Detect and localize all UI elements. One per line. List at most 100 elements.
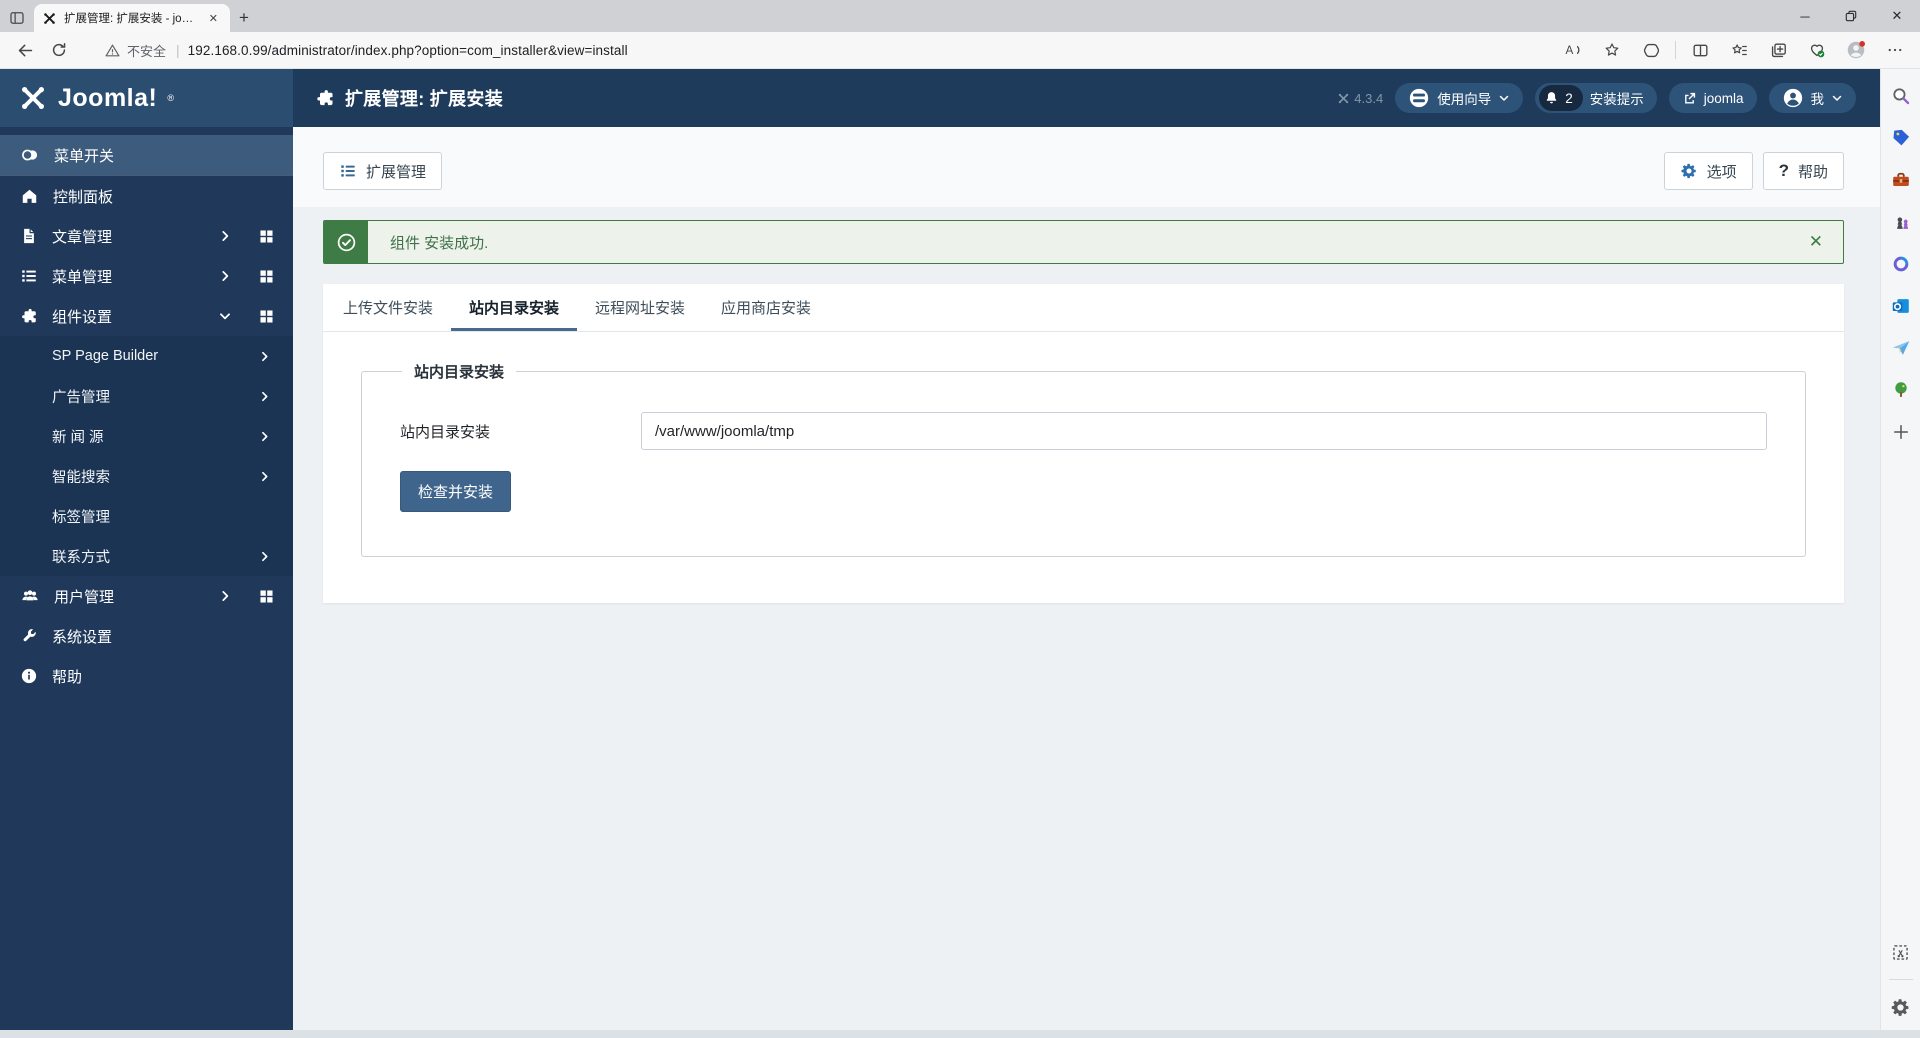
url-text[interactable]: 192.168.0.99/administrator/index.php?opt… xyxy=(188,43,628,58)
sidebar-rewards-icon[interactable] xyxy=(1886,375,1916,405)
sidebar-item-label: 帮助 xyxy=(52,668,83,686)
sidebar-item-menus[interactable]: 菜单管理 xyxy=(0,256,293,296)
fieldset-legend: 站内目录安装 xyxy=(402,361,517,382)
window-restore-button[interactable] xyxy=(1828,0,1874,32)
browser-essentials-icon[interactable] xyxy=(1802,35,1832,65)
toolbar-divider xyxy=(1675,41,1676,59)
joomla-favicon-icon xyxy=(42,11,57,26)
security-label: 不安全 xyxy=(127,43,167,59)
admin-header: Joomla! ® 扩展管理: 扩展安装 4.3.4 使用向导 2 安装提示 j… xyxy=(0,69,1880,127)
sidebar-item-components[interactable]: 组件设置 xyxy=(0,296,293,336)
main-content: 扩展管理 选项 ? 帮助 组件 安装成功. ✕ 上传文件安装 站内目录安装 远程… xyxy=(293,127,1880,1030)
browser-address-bar: 不安全 | 192.168.0.99/administrator/index.p… xyxy=(0,32,1920,69)
sidebar-item-label: 系统设置 xyxy=(52,628,113,646)
help-label: 帮助 xyxy=(1797,163,1828,181)
warning-icon xyxy=(104,42,121,59)
submenu-item-newsfeeds[interactable]: 新 闻 源 xyxy=(0,416,293,456)
page-title-text: 扩展管理: 扩展安装 xyxy=(345,89,503,109)
help-button[interactable]: ? 帮助 xyxy=(1762,152,1844,190)
notification-label: 安装提示 xyxy=(1589,92,1644,107)
tab-install-from-folder[interactable]: 站内目录安装 xyxy=(451,284,578,331)
external-link-icon xyxy=(1682,91,1697,106)
sidebar-outlook-icon[interactable] xyxy=(1886,291,1916,321)
sidebar-item-dashboard[interactable]: 控制面板 xyxy=(0,176,293,216)
new-tab-button[interactable]: + xyxy=(230,4,258,32)
sidebar-m365-icon[interactable] xyxy=(1886,249,1916,279)
check-circle-icon xyxy=(324,221,368,263)
dashboard-grid-icon[interactable] xyxy=(258,268,275,285)
dashboard-grid-icon[interactable] xyxy=(258,308,275,325)
chevron-right-icon xyxy=(258,470,271,483)
sidebar-screenshot-icon[interactable] xyxy=(1886,937,1916,967)
sidebar-tools-icon[interactable] xyxy=(1886,165,1916,195)
alert-message: 组件 安装成功. xyxy=(390,234,489,252)
submenu-item-label: 广告管理 xyxy=(52,389,110,406)
sidebar-item-label: 用户管理 xyxy=(54,588,115,606)
joomla-logo[interactable]: Joomla! ® xyxy=(0,69,293,127)
window-close-button[interactable]: ✕ xyxy=(1874,0,1920,32)
sidebar-search-icon[interactable] xyxy=(1886,81,1916,111)
sidebar-drop-icon[interactable] xyxy=(1886,333,1916,363)
collections-icon[interactable] xyxy=(1763,35,1793,65)
submenu-item-smart-search[interactable]: 智能搜索 xyxy=(0,456,293,496)
profile-avatar[interactable] xyxy=(1841,35,1871,65)
chevron-down-icon xyxy=(1498,92,1510,104)
tab-actions-menu-icon[interactable] xyxy=(0,4,34,32)
chevron-down-icon xyxy=(1831,92,1843,104)
view-site-label: joomla xyxy=(1703,90,1744,106)
copilot-icon[interactable] xyxy=(1636,35,1666,65)
notification-count-segment: 2 xyxy=(1539,85,1583,111)
submenu-item-label: 标签管理 xyxy=(52,509,110,526)
manage-extensions-button[interactable]: 扩展管理 xyxy=(323,152,443,190)
sidebar-item-users[interactable]: 用户管理 xyxy=(0,576,293,616)
alert-close-button[interactable]: ✕ xyxy=(1789,221,1843,263)
sidebar-item-menu-toggle[interactable]: 菜单开关 xyxy=(0,135,293,175)
dashboard-grid-icon[interactable] xyxy=(258,228,275,245)
check-and-install-button[interactable]: 检查并安装 xyxy=(400,471,512,512)
tab-close-icon[interactable]: ✕ xyxy=(205,10,222,27)
favorites-bar-icon[interactable] xyxy=(1724,35,1754,65)
install-tabs: 上传文件安装 站内目录安装 远程网址安装 应用商店安装 xyxy=(323,284,1844,332)
submenu-item-banners[interactable]: 广告管理 xyxy=(0,376,293,416)
submenu-item-label: SP Page Builder xyxy=(52,348,159,364)
sidebar-item-system[interactable]: 系统设置 xyxy=(0,616,293,656)
sidebar-settings-icon[interactable] xyxy=(1886,992,1916,1022)
notifications-button[interactable]: 2 安装提示 xyxy=(1535,83,1657,113)
dashboard-grid-icon[interactable] xyxy=(258,588,275,605)
sidebar-shopping-icon[interactable] xyxy=(1886,123,1916,153)
submenu-item-contacts[interactable]: 联系方式 xyxy=(0,536,293,576)
bottom-edge-strip xyxy=(0,1030,1920,1038)
browser-tab-strip: 扩展管理: 扩展安装 - joomla - 后 ✕ + ─ ✕ xyxy=(0,0,1920,32)
window-minimize-button[interactable]: ─ xyxy=(1782,0,1828,32)
sidebar-games-icon[interactable] xyxy=(1886,207,1916,237)
tab-install-from-url[interactable]: 远程网址安装 xyxy=(577,284,703,331)
chevron-down-icon xyxy=(218,309,232,323)
tab-install-from-web[interactable]: 应用商店安装 xyxy=(703,284,829,331)
view-site-button[interactable]: joomla xyxy=(1668,83,1757,113)
sidebar-item-help[interactable]: 帮助 xyxy=(0,656,293,696)
back-button-icon[interactable] xyxy=(8,35,42,65)
browser-tab[interactable]: 扩展管理: 扩展安装 - joomla - 后 ✕ xyxy=(34,4,230,32)
guided-tour-label: 使用向导 xyxy=(1437,92,1492,107)
svg-text:A: A xyxy=(1566,44,1574,57)
site-security-chip[interactable]: 不安全 | xyxy=(104,41,188,60)
sidebar-add-icon[interactable] xyxy=(1886,417,1916,447)
options-label: 选项 xyxy=(1706,163,1737,181)
folder-path-input[interactable] xyxy=(641,412,1767,450)
submenu-item-tags[interactable]: 标签管理 xyxy=(0,496,293,536)
options-button[interactable]: 选项 xyxy=(1663,152,1753,190)
submenu-item-sp-page-builder[interactable]: SP Page Builder xyxy=(0,336,293,376)
toolbar: 扩展管理 选项 ? 帮助 xyxy=(323,152,1844,190)
split-screen-icon[interactable] xyxy=(1685,35,1715,65)
read-aloud-icon[interactable]: A xyxy=(1558,35,1588,65)
page-title: 扩展管理: 扩展安装 xyxy=(315,85,503,111)
user-menu-button[interactable]: 我 xyxy=(1768,83,1856,113)
settings-more-icon[interactable] xyxy=(1880,35,1910,65)
refresh-button-icon[interactable] xyxy=(42,35,76,65)
favorite-star-icon[interactable] xyxy=(1597,35,1627,65)
tab-upload-package[interactable]: 上传文件安装 xyxy=(325,284,451,331)
sidebar-item-content[interactable]: 文章管理 xyxy=(0,216,293,256)
user-menu-label: 我 xyxy=(1810,92,1825,107)
guided-tour-button[interactable]: 使用向导 xyxy=(1395,83,1524,113)
sidebar-item-label: 菜单管理 xyxy=(52,268,113,286)
